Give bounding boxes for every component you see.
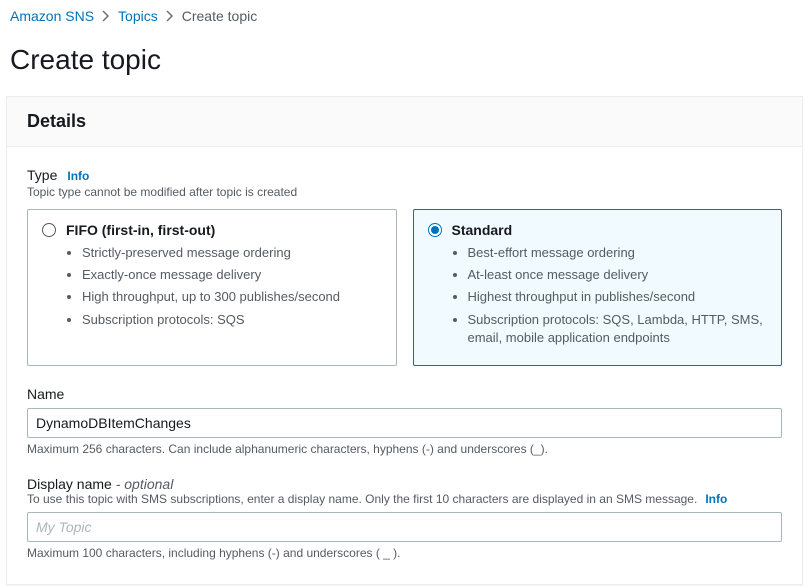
type-tiles: FIFO (first-in, first-out) Strictly-pres… [27,209,782,366]
list-item: Highest throughput in publishes/second [468,288,768,306]
tile-fifo[interactable]: FIFO (first-in, first-out) Strictly-pres… [27,209,397,366]
details-panel: Details Type Info Topic type cannot be m… [6,96,803,585]
tile-standard[interactable]: Standard Best-effort message ordering At… [413,209,783,366]
display-name-field: Display name - optional To use this topi… [27,476,782,560]
list-item: Subscription protocols: SQS, Lambda, HTT… [468,311,768,347]
name-label: Name [27,386,782,402]
breadcrumb-root[interactable]: Amazon SNS [10,8,94,24]
breadcrumb: Amazon SNS Topics Create topic [0,0,809,28]
panel-title: Details [27,111,782,132]
name-input[interactable] [27,408,782,438]
panel-body: Type Info Topic type cannot be modified … [7,147,802,584]
display-name-constraint: Maximum 100 characters, including hyphen… [27,546,782,560]
type-info-link[interactable]: Info [67,169,89,183]
list-item: Exactly-once message delivery [82,266,382,284]
chevron-right-icon [102,10,110,22]
chevron-right-icon [166,10,174,22]
tile-fifo-title: FIFO (first-in, first-out) [66,222,215,238]
display-name-input[interactable] [27,512,782,542]
type-desc: Topic type cannot be modified after topi… [27,185,782,199]
optional-text: - optional [112,476,173,492]
list-item: Best-effort message ordering [468,244,768,262]
list-item: Subscription protocols: SQS [82,311,382,329]
panel-header: Details [7,97,802,147]
page-title: Create topic [0,28,809,96]
display-name-desc: To use this topic with SMS subscriptions… [27,492,697,506]
radio-fifo[interactable] [42,223,56,237]
tile-standard-title: Standard [452,222,513,238]
list-item: At-least once message delivery [468,266,768,284]
tile-fifo-list: Strictly-preserved message ordering Exac… [42,244,382,329]
type-field: Type Info Topic type cannot be modified … [27,167,782,366]
breadcrumb-topics[interactable]: Topics [118,8,158,24]
type-label: Type [27,167,57,183]
tile-standard-list: Best-effort message ordering At-least on… [428,244,768,347]
name-constraint: Maximum 256 characters. Can include alph… [27,442,782,456]
breadcrumb-current: Create topic [182,8,257,24]
list-item: High throughput, up to 300 publishes/sec… [82,288,382,306]
display-name-info-link[interactable]: Info [705,492,727,506]
name-field: Name Maximum 256 characters. Can include… [27,386,782,456]
display-name-label: Display name [27,476,112,492]
list-item: Strictly-preserved message ordering [82,244,382,262]
radio-standard[interactable] [428,223,442,237]
